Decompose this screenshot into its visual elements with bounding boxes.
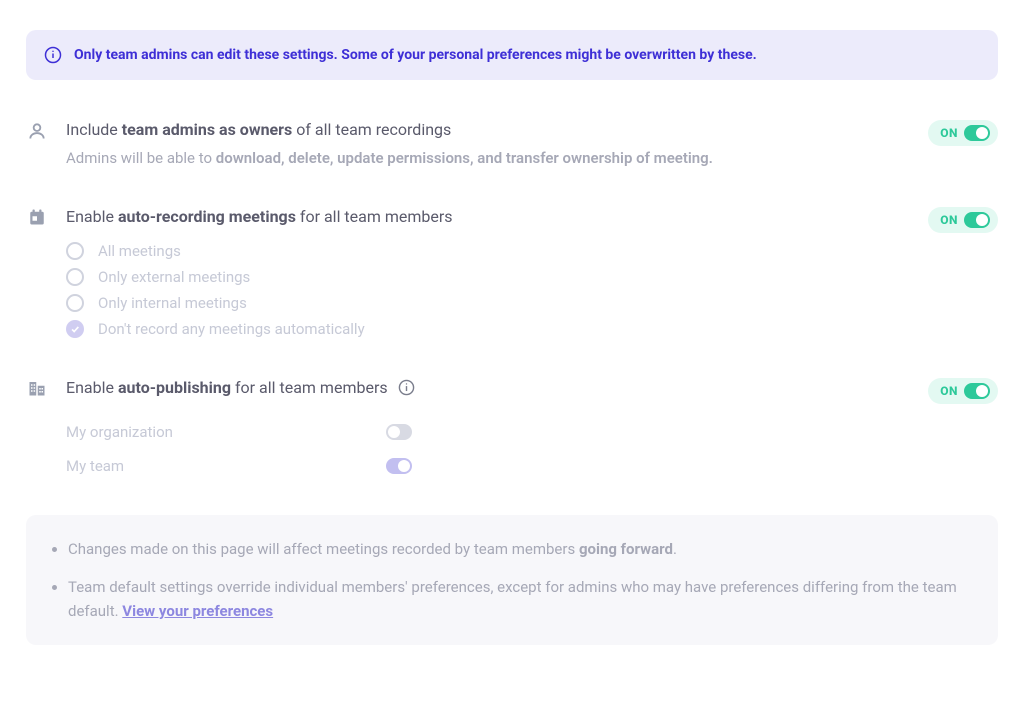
calendar-icon xyxy=(26,208,48,226)
toggle-off-icon xyxy=(386,424,412,440)
title-bold: auto-recording meetings xyxy=(118,207,296,226)
setting-admins-as-owners: Include team admins as owners of all tea… xyxy=(26,120,998,167)
title-suffix: of all team recordings xyxy=(292,120,451,139)
title-bold: auto-publishing xyxy=(118,378,231,397)
building-icon xyxy=(26,379,48,397)
setting-auto-publishing: Enable auto-publishing for all team memb… xyxy=(26,378,998,475)
radio-label: Don't record any meetings automatically xyxy=(98,320,365,338)
radio-option-dont-record[interactable]: Don't record any meetings automatically xyxy=(66,320,998,338)
title-prefix: Enable xyxy=(66,207,118,226)
admin-info-banner-text: Only team admins can edit these settings… xyxy=(74,47,757,63)
toggle-label: ON xyxy=(940,213,958,227)
radio-label: All meetings xyxy=(98,242,181,260)
info-icon[interactable] xyxy=(398,379,415,396)
footer-note-1: Changes made on this page will affect me… xyxy=(68,537,972,561)
admins-owners-toggle[interactable]: ON xyxy=(928,120,998,146)
desc-bold: download, delete, update permissions, an… xyxy=(216,149,713,167)
radio-option-only-external[interactable]: Only external meetings xyxy=(66,268,998,286)
toggle-on-disabled-icon xyxy=(386,458,412,474)
view-preferences-link[interactable]: View your preferences xyxy=(122,602,273,620)
toggle-switch-icon xyxy=(964,125,990,141)
title-suffix: for all team members xyxy=(231,378,388,397)
radio-unchecked-icon xyxy=(66,242,84,260)
setting-auto-recording: Enable auto-recording meetings for all t… xyxy=(26,207,998,338)
note-bold: going forward xyxy=(579,540,673,558)
auto-recording-toggle[interactable]: ON xyxy=(928,207,998,233)
title-prefix: Include xyxy=(66,120,122,139)
auto-publishing-toggle[interactable]: ON xyxy=(928,378,998,404)
footer-note-2: Team default settings override individua… xyxy=(68,575,972,623)
setting-title: Enable auto-publishing for all team memb… xyxy=(66,378,415,397)
footer-notes: Changes made on this page will affect me… xyxy=(26,515,998,645)
toggle-label: ON xyxy=(940,126,958,140)
sub-toggle-my-organization[interactable]: My organization xyxy=(66,423,998,441)
setting-description: Admins will be able to download, delete,… xyxy=(66,149,998,167)
radio-option-only-internal[interactable]: Only internal meetings xyxy=(66,294,998,312)
radio-option-all-meetings[interactable]: All meetings xyxy=(66,242,998,260)
radio-unchecked-icon xyxy=(66,268,84,286)
toggle-label: ON xyxy=(940,384,958,398)
setting-title: Enable auto-recording meetings for all t… xyxy=(66,207,998,226)
auto-publishing-subs: My organization My team xyxy=(66,423,998,475)
sub-toggle-label: My team xyxy=(66,457,386,475)
radio-label: Only external meetings xyxy=(98,268,250,286)
sub-toggle-my-team[interactable]: My team xyxy=(66,457,998,475)
desc-prefix: Admins will be able to xyxy=(66,149,216,167)
title-bold: team admins as owners xyxy=(122,120,293,139)
toggle-switch-icon xyxy=(964,383,990,399)
title-suffix: for all team members xyxy=(296,207,453,226)
auto-recording-options: All meetings Only external meetings Only… xyxy=(66,242,998,338)
toggle-switch-icon xyxy=(964,212,990,228)
title-prefix: Enable xyxy=(66,378,118,397)
radio-label: Only internal meetings xyxy=(98,294,247,312)
radio-unchecked-icon xyxy=(66,294,84,312)
radio-checked-icon xyxy=(66,320,84,338)
info-icon xyxy=(44,46,62,64)
note-suffix: . xyxy=(673,540,677,558)
admin-info-banner: Only team admins can edit these settings… xyxy=(26,30,998,80)
setting-title: Include team admins as owners of all tea… xyxy=(66,120,998,139)
sub-toggle-label: My organization xyxy=(66,423,386,441)
note-text: Changes made on this page will affect me… xyxy=(68,540,579,558)
person-icon xyxy=(26,121,48,141)
